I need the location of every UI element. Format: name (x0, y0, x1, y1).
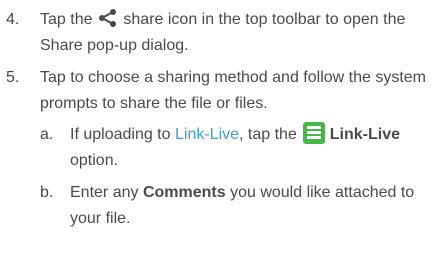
instructions-document: 4. Tap the share icon in the top toolbar… (0, 0, 439, 258)
substep-letter: b. (40, 184, 54, 201)
step-text: Tap the share icon in the top toolbar to… (40, 9, 406, 54)
step-text: Tap to choose a sharing method and follo… (40, 69, 426, 112)
link-live-icon (303, 122, 326, 144)
substep-letter: a. (40, 126, 54, 143)
step-number: 5. (6, 69, 20, 86)
link-live-link[interactable]: Link-Live (175, 126, 239, 143)
step-number: 4. (6, 11, 20, 28)
substep-text: If uploading to Link-Live, tap the Link-… (70, 122, 435, 174)
substep-text: Enter any Comments you would like attach… (70, 184, 415, 227)
share-icon (98, 9, 116, 27)
